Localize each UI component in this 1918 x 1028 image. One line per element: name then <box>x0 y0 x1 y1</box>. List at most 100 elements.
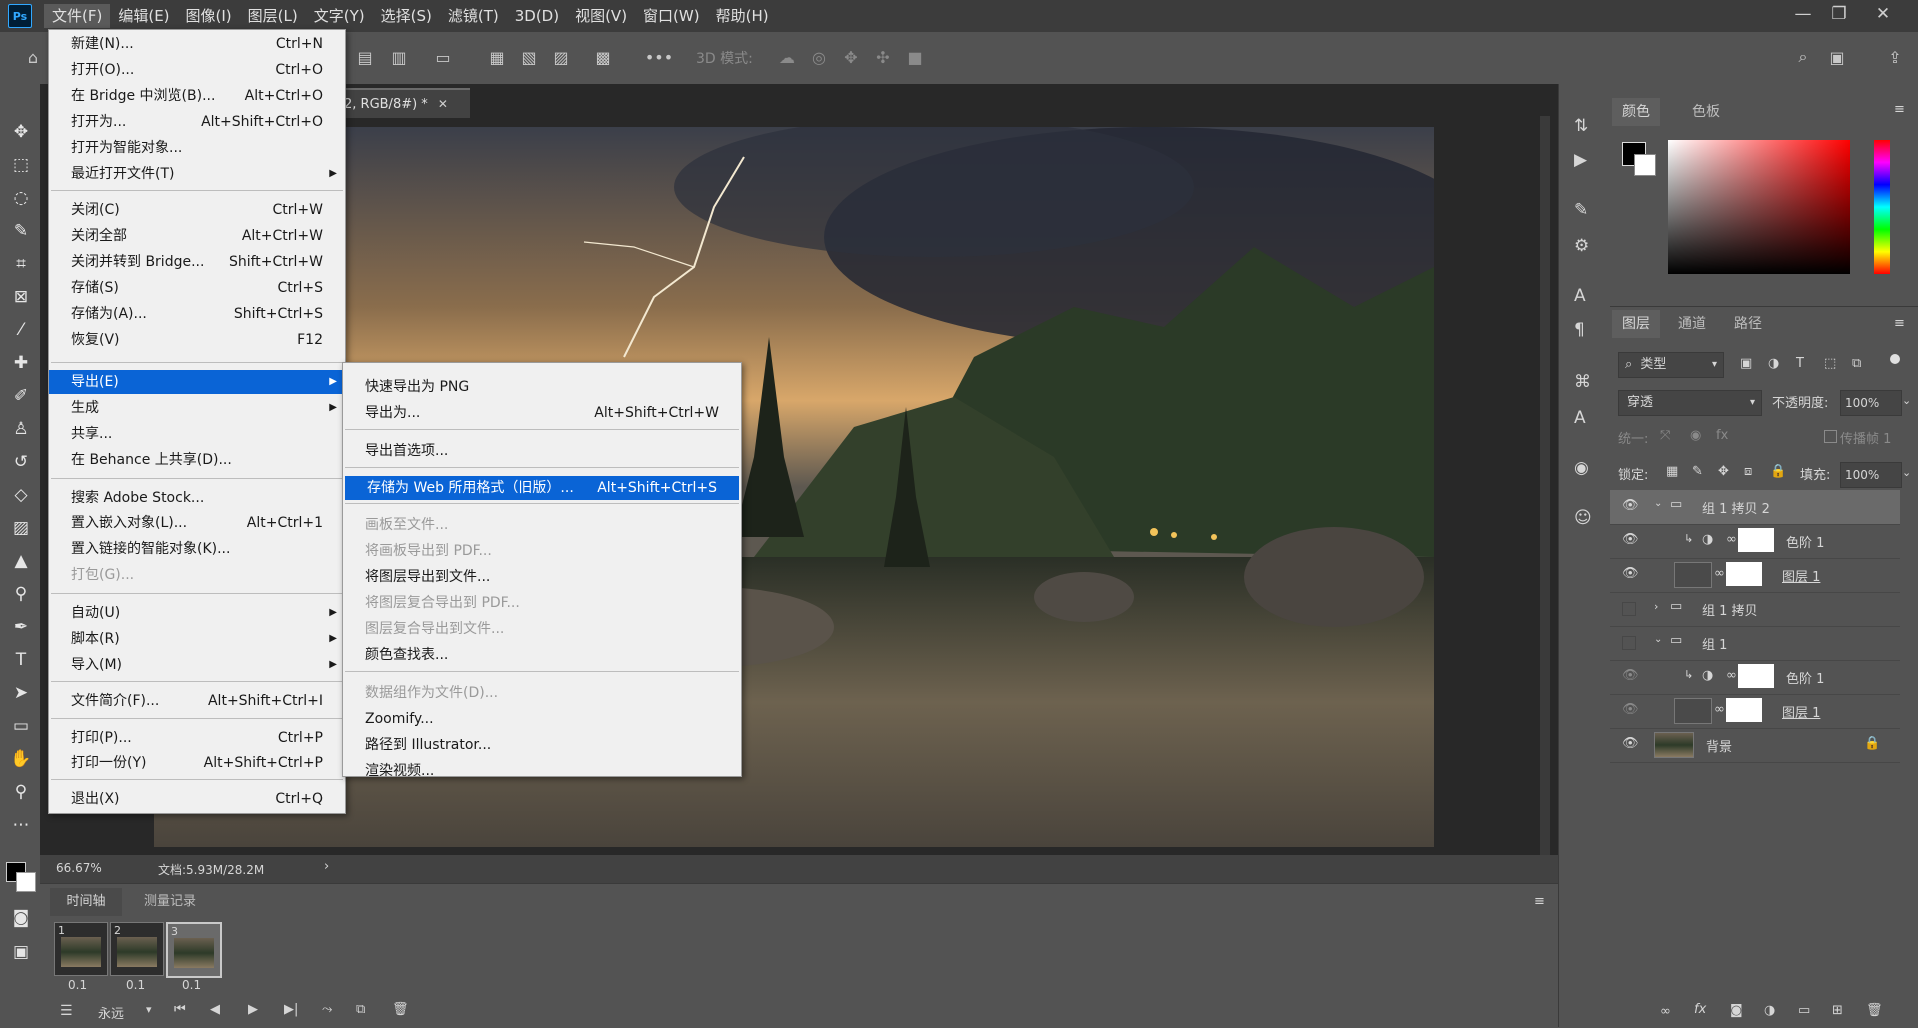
file-menu-item[interactable]: 存储(S) Ctrl+S <box>49 276 345 300</box>
timeline-frame-3[interactable]: 3 <box>166 922 222 978</box>
libraries-icon[interactable]: ◉ <box>1574 458 1589 478</box>
stamp-tool-icon[interactable]: ♙ <box>9 417 33 441</box>
file-menu-item[interactable]: 打开为智能对象... <box>49 136 345 160</box>
eyedropper-icon[interactable]: ⁄ <box>9 318 33 342</box>
align-bottom-icon[interactable]: ▨ <box>550 46 572 68</box>
tab-layers[interactable]: 图层 <box>1612 310 1660 338</box>
more-options-icon[interactable]: ••• <box>645 46 673 68</box>
export-menu-item[interactable]: 渲染视频... <box>343 759 741 783</box>
visibility-toggle[interactable] <box>1622 636 1636 650</box>
link-layers-icon[interactable]: ∞ <box>1660 1004 1671 1019</box>
menu-edit[interactable]: 编辑(E) <box>110 4 177 28</box>
chevron-right-icon[interactable]: › <box>1654 600 1658 613</box>
menu-select[interactable]: 选择(S) <box>373 4 440 28</box>
restore-icon[interactable]: ❐ <box>1822 0 1856 28</box>
export-menu-item[interactable]: 颜色查找表... <box>343 643 741 667</box>
export-menu-item[interactable]: Zoomify... <box>343 707 741 731</box>
file-menu-item[interactable]: 打开为... Alt+Shift+Ctrl+O <box>49 110 345 134</box>
export-menu-item[interactable]: 存储为 Web 所用格式（旧版）... Alt+Shift+Ctrl+S <box>345 476 739 500</box>
menu-3d[interactable]: 3D(D) <box>507 4 567 28</box>
menu-help[interactable]: 帮助(H) <box>708 4 777 28</box>
distribute-icon[interactable]: ▭ <box>432 46 454 68</box>
layer-row[interactable]: 👁 ⌄ ▭ 组 1 拷贝 2 <box>1610 490 1900 525</box>
unify-visibility-icon[interactable]: ◉ <box>1690 428 1701 443</box>
brush-settings-icon[interactable]: ✎ <box>1574 200 1588 220</box>
visibility-toggle[interactable] <box>1622 602 1636 616</box>
character-icon[interactable]: A <box>1574 286 1586 306</box>
unify-position-icon[interactable]: ⤧ <box>1660 428 1670 443</box>
vertical-scrollbar[interactable] <box>1540 116 1550 856</box>
eye-icon[interactable]: 👁 <box>1622 668 1639 683</box>
filter-smart-icon[interactable]: ⧉ <box>1852 356 1861 371</box>
lock-artboard-icon[interactable]: ⧈ <box>1744 464 1752 479</box>
eye-icon[interactable]: 👁 <box>1622 702 1639 717</box>
3d-scale-icon[interactable]: ■ <box>904 46 926 68</box>
3d-roll-icon[interactable]: ◎ <box>808 46 830 68</box>
propagate-checkbox[interactable] <box>1824 430 1837 443</box>
glyphs-icon[interactable]: ⌘ <box>1574 372 1591 392</box>
character-styles-icon[interactable]: A <box>1574 408 1586 428</box>
file-menu-item[interactable]: 共享... <box>49 422 345 446</box>
layer-name[interactable]: 背景 <box>1706 736 1732 755</box>
layer-name[interactable]: 组 1 <box>1702 634 1727 653</box>
file-menu-item[interactable]: 在 Bridge 中浏览(B)... Alt+Ctrl+O <box>49 84 345 108</box>
eye-icon[interactable]: 👁 <box>1622 566 1639 581</box>
menu-view[interactable]: 视图(V) <box>567 4 635 28</box>
3d-pan-icon[interactable]: ✥ <box>840 46 862 68</box>
menu-filter[interactable]: 滤镜(T) <box>440 4 507 28</box>
panel-menu-icon[interactable]: ≡ <box>1894 316 1905 331</box>
tab-close-icon[interactable]: ✕ <box>438 97 448 111</box>
file-menu-item[interactable]: 在 Behance 上共享(D)... <box>49 448 345 472</box>
export-menu-item[interactable]: 数据组作为文件(D)... <box>343 681 741 705</box>
layer-row[interactable]: 👁 ∞ 图层 1 <box>1610 694 1900 729</box>
tab-channels[interactable]: 通道 <box>1668 310 1716 338</box>
zoom-tool-icon[interactable]: ⚲ <box>9 780 33 804</box>
file-menu-item[interactable]: 脚本(R) ▶ <box>49 627 345 651</box>
distribute-v-icon[interactable]: ▩ <box>592 46 614 68</box>
color-field[interactable] <box>1668 140 1850 274</box>
file-menu-item[interactable]: 置入链接的智能对象(K)... <box>49 537 345 561</box>
paragraph-icon[interactable]: ¶ <box>1574 320 1585 340</box>
eraser-icon[interactable]: ◇ <box>9 483 33 507</box>
share-icon[interactable]: ⇪ <box>1884 46 1906 68</box>
tween-icon[interactable]: ⤳ <box>322 1002 332 1017</box>
3d-slide-icon[interactable]: ✣ <box>872 46 894 68</box>
quick-mask-icon[interactable]: ◙ <box>9 906 33 930</box>
file-menu-item[interactable]: 置入嵌入对象(L)... Alt+Ctrl+1 <box>49 511 345 535</box>
file-menu-item[interactable]: 关闭(C) Ctrl+W <box>49 198 345 222</box>
file-menu-item[interactable]: 打印(P)... Ctrl+P <box>49 726 345 750</box>
layer-row[interactable]: › ▭ 组 1 拷贝 <box>1610 592 1900 627</box>
lock-all-icon[interactable]: 🔒 <box>1770 464 1786 479</box>
frame-delay[interactable]: 0.1 <box>68 978 87 992</box>
screen-mode-icon[interactable]: ▣ <box>9 940 33 964</box>
background-color-swatch[interactable] <box>1634 154 1656 176</box>
lasso-tool-icon[interactable]: ◌ <box>9 186 33 210</box>
file-menu-item[interactable]: 文件简介(F)... Alt+Shift+Ctrl+I <box>49 689 345 713</box>
export-menu-item[interactable]: 导出首选项... <box>343 439 741 463</box>
properties-icon[interactable]: ☺ <box>1574 508 1592 528</box>
tab-color[interactable]: 颜色 <box>1612 98 1660 126</box>
gradient-icon[interactable]: ▨ <box>9 516 33 540</box>
minimize-icon[interactable]: — <box>1786 0 1820 28</box>
filter-type-icon[interactable]: T <box>1796 356 1804 371</box>
delete-layer-icon[interactable]: 🗑 <box>1866 1003 1883 1018</box>
layer-name[interactable]: 组 1 拷贝 2 <box>1702 498 1770 517</box>
menu-type[interactable]: 文字(Y) <box>306 4 373 28</box>
align-center-icon[interactable]: ▥ <box>388 46 410 68</box>
quick-select-icon[interactable]: ✎ <box>9 219 33 243</box>
history-brush-icon[interactable]: ↺ <box>9 450 33 474</box>
file-menu-item[interactable]: 导入(M) ▶ <box>49 653 345 677</box>
layer-name[interactable]: 图层 1 <box>1782 702 1820 721</box>
export-menu-item[interactable]: 画板至文件... <box>343 513 741 537</box>
workspace-icon[interactable]: ▣ <box>1826 46 1848 68</box>
lock-position-icon[interactable]: ✥ <box>1718 464 1729 479</box>
dodge-icon[interactable]: ⚲ <box>9 582 33 606</box>
fill-input[interactable]: 100% <box>1840 462 1902 488</box>
lock-pixels-icon[interactable]: ✎ <box>1692 464 1703 479</box>
healing-brush-icon[interactable]: ✚ <box>9 351 33 375</box>
shape-tool-icon[interactable]: ▭ <box>9 714 33 738</box>
chevron-down-icon[interactable]: ⌄ <box>1902 394 1911 407</box>
file-menu-item[interactable]: 打印一份(Y) Alt+Shift+Ctrl+P <box>49 751 345 775</box>
first-frame-icon[interactable]: ⏮ <box>174 1002 186 1017</box>
home-icon[interactable]: ⌂ <box>22 46 44 68</box>
